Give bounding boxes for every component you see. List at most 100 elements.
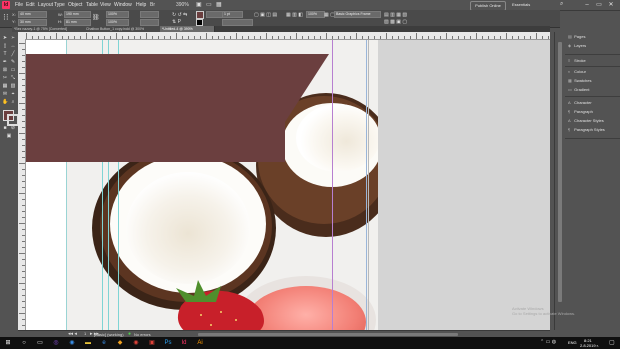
menu-view[interactable]: View bbox=[100, 2, 111, 8]
panel-gradient[interactable]: ▭ Gradient bbox=[568, 86, 589, 93]
menu-object[interactable]: Object bbox=[68, 2, 82, 8]
bridge-icon[interactable]: Br bbox=[150, 2, 155, 8]
line-tool-icon[interactable]: ╱ bbox=[10, 51, 16, 57]
pdf-icon[interactable]: ▣ bbox=[148, 339, 156, 347]
notification-icon[interactable]: ▢ bbox=[609, 339, 615, 346]
panel-paragraph[interactable]: ¶ Paragraph bbox=[568, 108, 593, 115]
y-field[interactable]: 30 mm bbox=[18, 19, 47, 26]
apply-color-icon[interactable]: ■ bbox=[2, 125, 8, 131]
app-icon-3[interactable]: ◆ bbox=[116, 339, 124, 347]
search-icon[interactable]: ⌕ bbox=[560, 1, 563, 8]
illustrator-icon[interactable]: Ai bbox=[196, 339, 204, 347]
photoshop-icon[interactable]: Ps bbox=[164, 339, 172, 347]
effects-icons[interactable]: ▦ ▥ ◧ bbox=[286, 12, 303, 18]
file-explorer-icon[interactable]: ▬ bbox=[84, 339, 92, 347]
fill-swatch[interactable] bbox=[196, 11, 204, 19]
width-field[interactable]: 190 mm bbox=[64, 11, 91, 18]
stroke-type-dropdown[interactable] bbox=[222, 19, 253, 26]
object-style-dropdown[interactable]: Basic Graphics Frame bbox=[334, 11, 381, 18]
height-field[interactable]: 81 mm bbox=[64, 19, 91, 26]
page-number[interactable]: 1 bbox=[84, 331, 86, 336]
scale-y-field[interactable]: 100% bbox=[106, 19, 129, 26]
watermark-subtitle: Go to Settings to activate Windows. bbox=[512, 311, 576, 316]
workspace-switcher[interactable]: Essentials bbox=[512, 2, 530, 7]
screen-mode-icon[interactable]: ▭ bbox=[206, 1, 212, 8]
align-icons-2[interactable]: ▨ ▩ ▣ ▢ bbox=[384, 19, 407, 25]
page[interactable] bbox=[26, 40, 378, 330]
selection-tool-icon[interactable]: ➤ bbox=[2, 35, 8, 41]
frame-fitting-icons[interactable]: ▢ ▣ ◫ ▤ bbox=[254, 12, 277, 18]
app-icon-2[interactable]: ◉ bbox=[68, 339, 76, 347]
indesign-icon[interactable]: Id bbox=[180, 339, 188, 347]
menu-window[interactable]: Window bbox=[114, 2, 132, 8]
stroke-swatch[interactable] bbox=[196, 19, 203, 26]
x-field[interactable]: 40 mm bbox=[18, 11, 47, 18]
rectangle-frame-tool-icon[interactable]: ⊠ bbox=[2, 67, 8, 73]
minimize-button[interactable]: – bbox=[582, 1, 592, 9]
horizontal-scrollbar[interactable] bbox=[198, 333, 458, 336]
app-icon-4[interactable]: ◉ bbox=[132, 339, 140, 347]
stroke-weight-field[interactable]: 1 pt bbox=[222, 11, 243, 18]
gap-tool-icon[interactable]: ↔ bbox=[10, 43, 16, 49]
scale-x-field[interactable]: 100% bbox=[106, 11, 129, 18]
page-tool-icon[interactable]: ▯ bbox=[2, 43, 8, 49]
opacity-field[interactable]: 100% bbox=[306, 11, 325, 18]
scissors-tool-icon[interactable]: ✂ bbox=[2, 75, 8, 81]
rotation-field[interactable] bbox=[140, 11, 159, 18]
zoom-tool-icon[interactable]: ⌕ bbox=[10, 99, 16, 105]
apply-none-icon[interactable]: ⊘ bbox=[10, 125, 16, 131]
fill-dropdown[interactable] bbox=[206, 11, 223, 18]
app-icon-1[interactable]: ◎ bbox=[52, 339, 60, 347]
menu-file[interactable]: File bbox=[15, 2, 23, 8]
banner-shape[interactable] bbox=[26, 40, 378, 330]
shear-field[interactable] bbox=[140, 19, 159, 26]
menu-type[interactable]: Type bbox=[54, 2, 65, 8]
start-icon[interactable]: ⊞ bbox=[4, 339, 12, 347]
flip-icon[interactable]: ⇅ P bbox=[172, 19, 181, 25]
type-tool-icon[interactable]: T bbox=[2, 51, 8, 57]
zoom-level[interactable]: 390% bbox=[176, 2, 189, 8]
search-icon[interactable]: ○ bbox=[20, 339, 28, 347]
free-transform-tool-icon[interactable]: ⤡ bbox=[10, 75, 16, 81]
arrange-docs-icon[interactable]: ▦ bbox=[216, 1, 222, 8]
language-indicator[interactable]: ENG bbox=[568, 340, 577, 345]
gradient-feather-tool-icon[interactable]: ▧ bbox=[10, 83, 16, 89]
panel-character-styles[interactable]: A Character Styles bbox=[568, 117, 604, 124]
gradient-swatch-tool-icon[interactable]: ▦ bbox=[2, 83, 8, 89]
panel-colour[interactable]: ◐ Colour bbox=[568, 68, 586, 75]
activation-watermark: Activate Windows Go to Settings to activ… bbox=[512, 306, 575, 316]
panel-paragraph-styles[interactable]: ¶ Paragraph Styles bbox=[568, 126, 605, 133]
task-view-icon[interactable]: ▭ bbox=[36, 339, 44, 347]
panel-swatches[interactable]: ▦ Swatches bbox=[568, 77, 591, 84]
rectangle-tool-icon[interactable]: ▭ bbox=[10, 67, 16, 73]
constrain-proportions-icon[interactable]: ⛓ bbox=[92, 14, 100, 21]
panel-character[interactable]: A Character bbox=[568, 99, 592, 106]
hand-tool-icon[interactable]: ✋ bbox=[2, 99, 8, 105]
align-icons[interactable]: ▤ ▥ ▦ ▧ bbox=[384, 12, 407, 18]
scrollbar-thumb[interactable] bbox=[558, 42, 562, 302]
guide-pasteboard[interactable] bbox=[368, 40, 369, 330]
edge-icon[interactable]: e bbox=[100, 339, 108, 347]
panel-layers[interactable]: ◈ Layers bbox=[568, 42, 586, 49]
rotate-icon[interactable]: ↻ ↺ ⇆ bbox=[172, 12, 187, 18]
panel-pages[interactable]: ▤ Pages bbox=[568, 33, 585, 40]
maximize-button[interactable]: ▭ bbox=[594, 1, 604, 9]
pen-tool-icon[interactable]: ✒ bbox=[2, 59, 8, 65]
clock-date[interactable]: 2.8.2019 r. bbox=[580, 343, 599, 348]
reference-point-icon[interactable]: ⁝⁝ bbox=[3, 12, 9, 23]
vertical-scrollbar[interactable] bbox=[554, 32, 565, 330]
menu-layout[interactable]: Layout bbox=[38, 2, 53, 8]
menu-table[interactable]: Table bbox=[86, 2, 98, 8]
view-options-icon[interactable]: ▣ bbox=[196, 1, 202, 8]
close-button[interactable]: ✕ bbox=[606, 1, 616, 9]
panel-stroke[interactable]: ≡ Stroke bbox=[568, 57, 586, 64]
menu-edit[interactable]: Edit bbox=[26, 2, 35, 8]
pencil-tool-icon[interactable]: ✎ bbox=[10, 59, 16, 65]
tray-icons[interactable]: ⌃ ▭ ◍ bbox=[540, 339, 556, 345]
screen-mode-tool-icon[interactable]: ▣ bbox=[6, 133, 12, 139]
canvas-area[interactable] bbox=[26, 40, 550, 330]
menu-help[interactable]: Help bbox=[136, 2, 146, 8]
note-tool-icon[interactable]: ✉ bbox=[2, 91, 8, 97]
direct-selection-tool-icon[interactable]: ➢ bbox=[10, 35, 16, 41]
eyedropper-tool-icon[interactable]: ⌖ bbox=[10, 91, 16, 97]
